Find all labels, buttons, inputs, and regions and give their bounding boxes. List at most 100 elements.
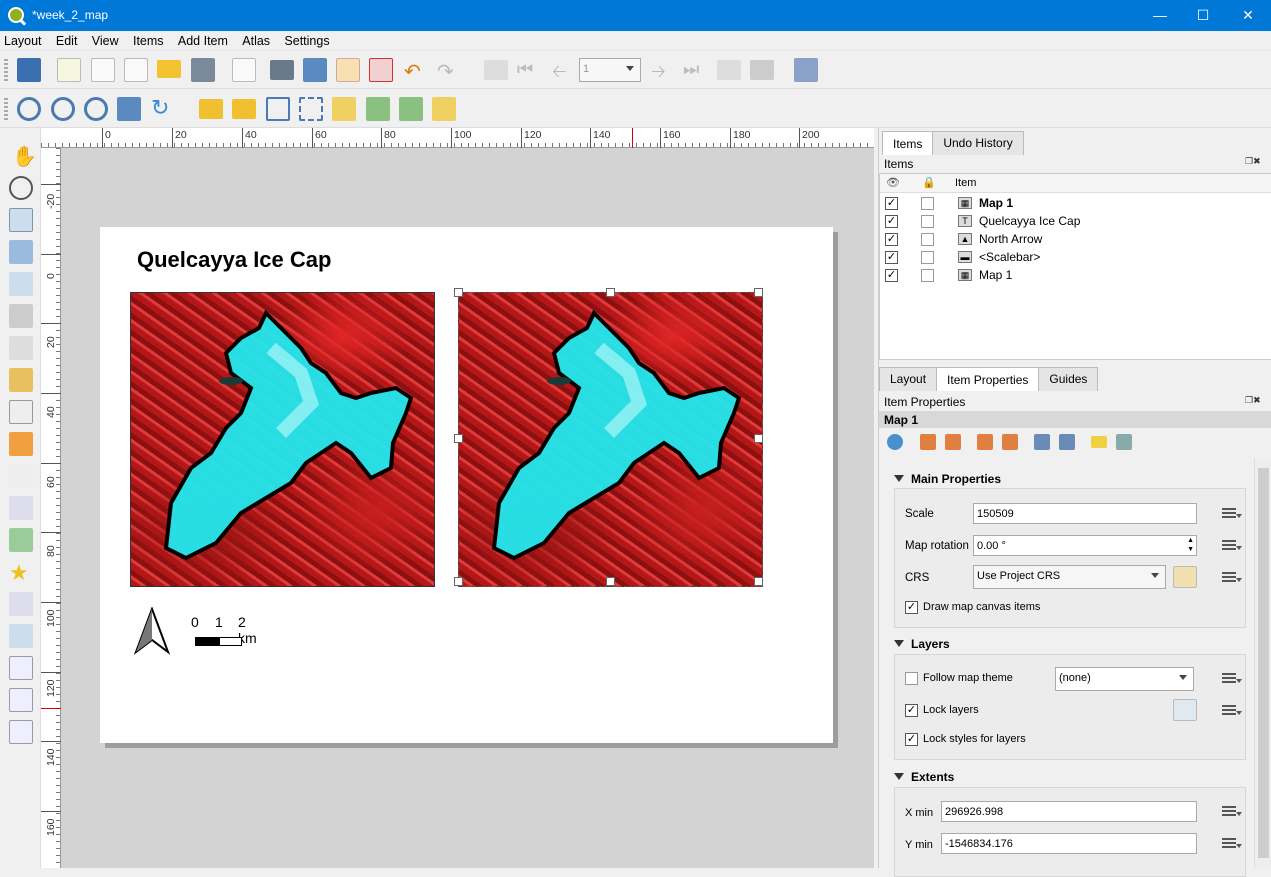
layout-manager-icon[interactable] [124, 58, 148, 82]
tab-item-properties[interactable]: Item Properties [936, 367, 1040, 391]
labeling-icon[interactable] [1091, 436, 1107, 448]
export-image-icon[interactable] [303, 58, 327, 82]
main-properties-header[interactable]: Main Properties [894, 472, 1001, 486]
add-shape-icon[interactable] [9, 528, 33, 552]
follow-theme-checkbox[interactable] [905, 672, 918, 685]
theme-override-icon[interactable] [1220, 670, 1242, 686]
xmin-override-icon[interactable] [1220, 803, 1242, 819]
add-scalebar-icon[interactable] [9, 464, 33, 488]
item-row[interactable]: ✓ ▦ Map 1 [880, 194, 1271, 212]
add-picture-icon[interactable] [9, 368, 33, 392]
refresh-preview-icon[interactable] [887, 434, 903, 450]
item-visible-checkbox[interactable]: ✓ [885, 215, 898, 228]
add-node-item-icon[interactable] [9, 624, 33, 648]
scale-override-icon[interactable] [1220, 505, 1242, 521]
props-float-close-icon[interactable]: ❐✖ [1245, 395, 1261, 406]
resize-handle-n[interactable] [606, 288, 615, 297]
align-items-icon[interactable] [366, 97, 390, 121]
zoom-full-icon[interactable] [117, 97, 141, 121]
ungroup-items-icon[interactable] [299, 97, 323, 121]
new-layout-icon[interactable] [57, 58, 81, 82]
lock-items-icon[interactable] [199, 99, 223, 119]
bookmarks-icon[interactable] [1034, 434, 1050, 450]
scale-input[interactable]: 150509 [973, 503, 1197, 524]
last-feature-icon[interactable]: ⏭ [683, 59, 699, 80]
item-lock-checkbox[interactable] [921, 215, 934, 228]
resize-handle-sw[interactable] [454, 577, 463, 586]
add-pages-icon[interactable] [232, 58, 256, 82]
tab-guides[interactable]: Guides [1038, 367, 1099, 391]
layout-canvas[interactable]: 0 20 40 60 80 100 120 140 160 180 200 -2… [41, 128, 874, 868]
raise-items-icon[interactable] [332, 97, 356, 121]
item-lock-checkbox[interactable] [921, 233, 934, 246]
menu-add-item[interactable]: Add Item [178, 31, 235, 51]
save-icon[interactable] [17, 58, 41, 82]
layers-header[interactable]: Layers [894, 637, 950, 651]
item-lock-checkbox[interactable] [921, 269, 934, 282]
zoom-tool-icon[interactable] [9, 176, 33, 200]
temporal-icon[interactable] [1116, 434, 1132, 450]
panel-float-close-icon[interactable]: ❐✖ [1245, 156, 1261, 167]
item-row[interactable]: ✓ ▲ North Arrow [880, 230, 1271, 248]
previous-feature-icon[interactable]: 🡠 [552, 59, 567, 89]
edit-nodes-icon[interactable] [9, 272, 33, 296]
add-label-icon[interactable] [9, 400, 33, 424]
zoom-out-icon[interactable] [51, 97, 75, 121]
item-row[interactable]: ✓ ▬ <Scalebar> [880, 248, 1271, 266]
refresh-icon[interactable]: ↻ [151, 95, 169, 121]
add-map-icon[interactable] [9, 336, 33, 360]
next-feature-icon[interactable]: 🡢 [651, 59, 666, 89]
resize-handle-w[interactable] [454, 434, 463, 443]
menu-layout[interactable]: Layout [4, 31, 49, 51]
first-feature-icon[interactable]: ⏮ [517, 59, 533, 80]
add-fixed-table-icon[interactable] [9, 720, 33, 744]
rotation-override-icon[interactable] [1220, 537, 1242, 553]
view-scale-icon[interactable] [1002, 434, 1018, 450]
extents-header[interactable]: Extents [894, 770, 954, 784]
item-visible-checkbox[interactable]: ✓ [885, 251, 898, 264]
north-arrow-icon[interactable] [133, 607, 171, 655]
select-move-icon[interactable] [9, 208, 33, 232]
close-button[interactable]: ✕ [1225, 0, 1271, 31]
menu-settings[interactable]: Settings [284, 31, 336, 51]
crs-globe-icon[interactable] [1173, 566, 1197, 588]
distribute-items-icon[interactable] [399, 97, 423, 121]
resize-handle-nw[interactable] [454, 288, 463, 297]
view-extent-icon[interactable] [945, 434, 961, 450]
crs-override-icon[interactable] [1220, 569, 1242, 585]
redo-icon[interactable]: ↷ [437, 59, 454, 84]
horizontal-ruler[interactable]: 0 20 40 60 80 100 120 140 160 180 200 [41, 128, 874, 148]
set-extent-icon[interactable] [920, 434, 936, 450]
resize-handle-s[interactable] [606, 577, 615, 586]
lock-styles-checkbox[interactable]: ✓ [905, 733, 918, 746]
item-lock-checkbox[interactable] [921, 197, 934, 210]
pan-icon[interactable]: ✋ [12, 144, 37, 169]
resize-handle-ne[interactable] [754, 288, 763, 297]
menu-atlas[interactable]: Atlas [242, 31, 277, 51]
tab-undo-history[interactable]: Undo History [932, 131, 1024, 155]
add-attribute-table-icon[interactable] [9, 688, 33, 712]
atlas-page-select[interactable]: 1 [579, 58, 641, 82]
zoom-in-icon[interactable] [17, 97, 41, 121]
layout-page[interactable]: Quelcayya Ice Cap 0 1 2 km [100, 227, 833, 743]
xmin-input[interactable]: 296926.998 [941, 801, 1197, 822]
layer-visibility-icon[interactable] [1173, 699, 1197, 721]
export-atlas-icon[interactable] [750, 60, 774, 80]
clip-icon[interactable] [1059, 434, 1075, 450]
group-items-icon[interactable] [266, 97, 290, 121]
item-lock-checkbox[interactable] [921, 251, 934, 264]
item-visible-checkbox[interactable]: ✓ [885, 197, 898, 210]
item-properties-scroll[interactable]: Main Properties Scale 150509 Map rotatio… [879, 458, 1271, 877]
unlock-items-icon[interactable] [232, 99, 256, 119]
item-visible-checkbox[interactable]: ✓ [885, 233, 898, 246]
item-visible-checkbox[interactable]: ✓ [885, 269, 898, 282]
save-template-icon[interactable] [191, 58, 215, 82]
resize-handle-e[interactable] [754, 434, 763, 443]
draw-items-checkbox[interactable]: ✓ [905, 601, 918, 614]
lock-layers-override-icon[interactable] [1220, 702, 1242, 718]
menu-view[interactable]: View [92, 31, 126, 51]
resize-items-icon[interactable] [432, 97, 456, 121]
move-content-icon[interactable] [9, 240, 33, 264]
print-atlas-icon[interactable] [717, 60, 741, 80]
atlas-preview-icon[interactable] [484, 60, 508, 80]
